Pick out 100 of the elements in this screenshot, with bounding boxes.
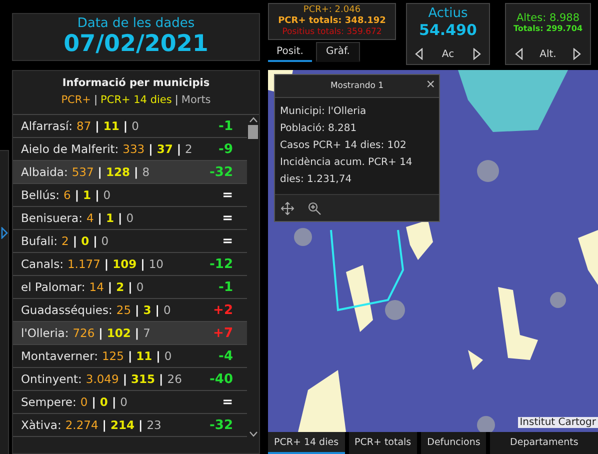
municipality-row[interactable]: l'Olleria: 726 | 102 | 7 +7 [13, 322, 247, 345]
municipality-name: Guadasséquies: [21, 303, 112, 317]
separator: | [156, 349, 160, 363]
card-title: Actius [428, 6, 468, 21]
pcr-count: 125 [102, 349, 124, 363]
separator: | [98, 211, 102, 225]
municipality-row[interactable]: Ontinyent: 3.049 | 315 | 26 -40 [13, 368, 247, 391]
pcr-14-count: 109 [112, 257, 137, 271]
change-value: = [222, 188, 233, 202]
pcr-14-count: 37 [156, 142, 173, 156]
deaths-count: 0 [163, 303, 171, 317]
separator: | [118, 211, 122, 225]
separator: | [102, 418, 106, 432]
separator: | [134, 165, 138, 179]
date-label: Data de les dades [77, 16, 195, 31]
tab[interactable]: Posit. [268, 42, 312, 62]
municipality-name: Ontinyent: [21, 372, 82, 386]
deaths-count: 0 [164, 349, 172, 363]
separator: | [95, 119, 100, 133]
municipality-name: l'Olleria: [21, 326, 69, 340]
change-value: +7 [213, 326, 233, 340]
deaths-count: 0 [136, 280, 144, 294]
discharges-count: Altes: 8.988 [516, 12, 580, 24]
pcr-count: 0 [80, 395, 88, 409]
municipality-row[interactable]: Sempere: 0 | 0 | 0 = [13, 391, 247, 414]
pan-icon[interactable] [281, 202, 294, 214]
change-value: -4 [218, 348, 233, 364]
previous-icon[interactable] [415, 48, 423, 60]
separator: | [128, 349, 132, 363]
pcr-14-count: 3 [143, 303, 152, 317]
tab[interactable]: Gràf. [316, 42, 360, 62]
municipality-row[interactable]: Montaverner: 125 | 11 | 0 -4 [13, 345, 247, 368]
next-icon[interactable] [573, 48, 581, 60]
separator: | [112, 395, 116, 409]
separator: | [135, 303, 140, 317]
separator: | [138, 418, 143, 432]
municipality-row[interactable]: Bufali: 2 | 0 | 0 = [13, 230, 247, 253]
pcr-count: 87 [76, 119, 92, 133]
change-value: -32 [210, 164, 233, 180]
map-tab[interactable]: Defuncions [421, 432, 486, 454]
municipality-row[interactable]: el Palomar: 14 | 2 | 0 -1 [13, 276, 247, 299]
separator: | [122, 372, 128, 386]
pcr-count: 2.274 [65, 418, 98, 432]
legend-item: PCR+ 14 dies [100, 94, 172, 106]
municipality-name: Bufali: [21, 234, 58, 248]
change-value: -1 [218, 280, 233, 294]
panel-title: Informació per municipis [62, 77, 210, 89]
scroll-thumb[interactable] [248, 125, 258, 139]
positives-line: PCR+ totals: 348.192 [278, 16, 386, 27]
municipality-row[interactable]: Albaida: 537 | 128 | 8 -32 [13, 161, 247, 184]
active-count: 54.490 [419, 21, 477, 39]
expand-arrow-icon[interactable] [1, 227, 8, 239]
municipality-name: Albaida: [21, 165, 68, 179]
separator: | [123, 119, 128, 133]
scrollbar[interactable] [247, 115, 259, 437]
deaths-count: 0 [120, 395, 128, 409]
separator: | [92, 395, 96, 409]
next-icon[interactable] [472, 48, 481, 60]
separator: | [148, 142, 153, 156]
map-tab[interactable]: Departaments [490, 432, 598, 454]
pcr-count: 6 [64, 188, 71, 202]
legend-item: PCR+ [61, 94, 91, 106]
close-button[interactable]: × [426, 77, 435, 93]
deaths-count: 0 [103, 188, 111, 202]
change-value: +2 [213, 302, 233, 318]
previous-icon[interactable] [515, 48, 523, 60]
separator: | [98, 326, 103, 340]
popup-line: Població: 8.281 [280, 122, 358, 136]
municipality-name: Benisuera: [21, 211, 82, 225]
municipality-name: el Palomar: [21, 280, 86, 294]
pcr-14-count: 1 [83, 188, 92, 202]
scroll-down-icon[interactable] [248, 431, 258, 437]
municipality-row[interactable]: Benisuera: 4 | 1 | 0 = [13, 207, 247, 230]
date-value: 07/02/2021 [64, 31, 208, 57]
separator: | [174, 94, 178, 106]
separator: | [94, 94, 98, 106]
separator: | [95, 188, 100, 202]
zoom-in-icon[interactable] [308, 202, 321, 214]
municipality-row[interactable]: Alfarrasí: 87 | 11 | 0 -1 [13, 115, 247, 138]
separator: | [155, 303, 160, 317]
nav-label: Ac [442, 48, 454, 60]
municipality-row[interactable]: Bellús: 6 | 1 | 0 = [13, 184, 247, 207]
municipality-row[interactable]: Canals: 1.177 | 109 | 10 -12 [13, 253, 247, 276]
deaths-count: 0 [126, 211, 134, 225]
municipality-name: Montaverner: [21, 349, 98, 363]
popup-title: Mostrando 1 [330, 81, 384, 91]
municipality-name: Alfarrasí: [21, 119, 73, 133]
scroll-up-icon[interactable] [248, 117, 258, 123]
pcr-14-count: 0 [100, 395, 108, 409]
separator: | [140, 257, 145, 271]
change-value: -12 [210, 256, 233, 272]
municipality-row[interactable]: Xàtiva: 2.274 | 214 | 23 -32 [13, 414, 247, 437]
separator: | [176, 142, 182, 156]
pcr-14-count: 1 [106, 211, 114, 225]
nav-label: Alt. [540, 48, 556, 60]
map-tab[interactable]: PCR+ totals [348, 432, 418, 454]
popup-line: Incidència acum. PCR+ 14 dies: 1.231,74 [280, 156, 414, 187]
pcr-14-count: 128 [106, 165, 130, 179]
pcr-14-count: 11 [136, 349, 152, 363]
map-tab[interactable]: PCR+ 14 dies [268, 432, 345, 454]
